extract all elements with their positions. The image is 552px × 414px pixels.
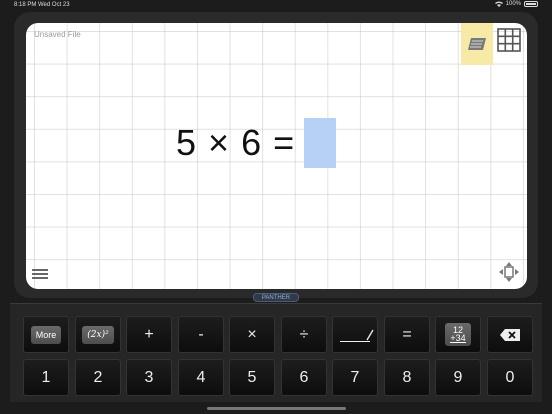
note-icon [468,38,486,50]
digit-8-key[interactable]: 8 [384,359,430,396]
digit-7-key[interactable]: 7 [332,359,378,396]
divide-key-label: ÷ [299,325,309,343]
times-key[interactable]: × [229,316,275,353]
grid-icon [497,28,521,52]
divide-key[interactable]: ÷ [281,316,327,353]
digit-5-label: 5 [247,368,257,386]
math-keyboard: More (2x)² + - × ÷ = 12 +34 1 2 3 4 5 6 … [10,303,542,402]
digit-9-key[interactable]: 9 [435,359,481,396]
column-math-key[interactable]: 12 +34 [435,316,481,353]
status-bar: 8:18 PM Wed Oct 23 100% [0,0,552,10]
digit-1-key[interactable]: 1 [23,359,69,396]
grid-toggle-button[interactable] [496,27,522,53]
home-indicator[interactable] [207,407,346,410]
minus-key-label: - [198,325,204,343]
digit-4-label: 4 [196,368,206,386]
minus-key[interactable]: - [178,316,224,353]
digit-8-label: 8 [402,368,412,386]
equation: 5 × 6 = [170,118,337,168]
times-key-label: × [247,325,257,343]
equals-sign[interactable]: = [273,122,294,164]
move-icon[interactable] [498,261,520,283]
plus-key[interactable]: + [126,316,172,353]
digit-6-key[interactable]: 6 [281,359,327,396]
more-key[interactable]: More [23,316,69,353]
digit-9-label: 9 [453,368,463,386]
digit-7-label: 7 [350,368,360,386]
digit-3-label: 3 [144,368,154,386]
digit-0-label: 0 [505,368,515,386]
column-math-inner: 12 +34 [445,323,471,346]
worksheet-canvas[interactable]: Unsaved File 5 × 6 = [26,23,527,289]
digit-0-key[interactable]: 0 [487,359,533,396]
digit-4-key[interactable]: 4 [178,359,224,396]
status-date: Wed Oct 23 [38,2,70,8]
blank-icon [340,327,374,342]
backspace-key[interactable] [487,316,533,353]
wifi-icon [494,1,503,7]
more-key-label: More [30,325,62,344]
digit-1-label: 1 [41,368,51,386]
plus-key-label: + [144,325,154,343]
digit-2-label: 2 [93,368,103,386]
operand-2[interactable]: 6 [241,122,261,164]
power-key-label: (2x)² [82,325,114,344]
status-time: 8:18 PM [14,2,37,8]
status-right: 100% [494,1,538,7]
file-name: Unsaved File [34,30,81,39]
menu-icon[interactable] [32,267,48,281]
equals-key-label: = [402,325,412,343]
note-button[interactable] [461,23,493,65]
operand-1[interactable]: 5 [176,122,196,164]
brand-label: PANTHER [253,293,299,302]
answer-input-box[interactable] [304,118,337,168]
digit-5-key[interactable]: 5 [229,359,275,396]
battery-percent: 100% [505,1,521,7]
battery-icon [524,1,538,7]
backspace-icon [500,328,520,341]
digit-6-label: 6 [299,368,309,386]
column-bottom-label: +34 [450,333,466,343]
operator[interactable]: × [208,122,229,164]
equals-key[interactable]: = [384,316,430,353]
digit-3-key[interactable]: 3 [126,359,172,396]
blank-key[interactable] [332,316,378,353]
power-key[interactable]: (2x)² [75,316,121,353]
digit-2-key[interactable]: 2 [75,359,121,396]
